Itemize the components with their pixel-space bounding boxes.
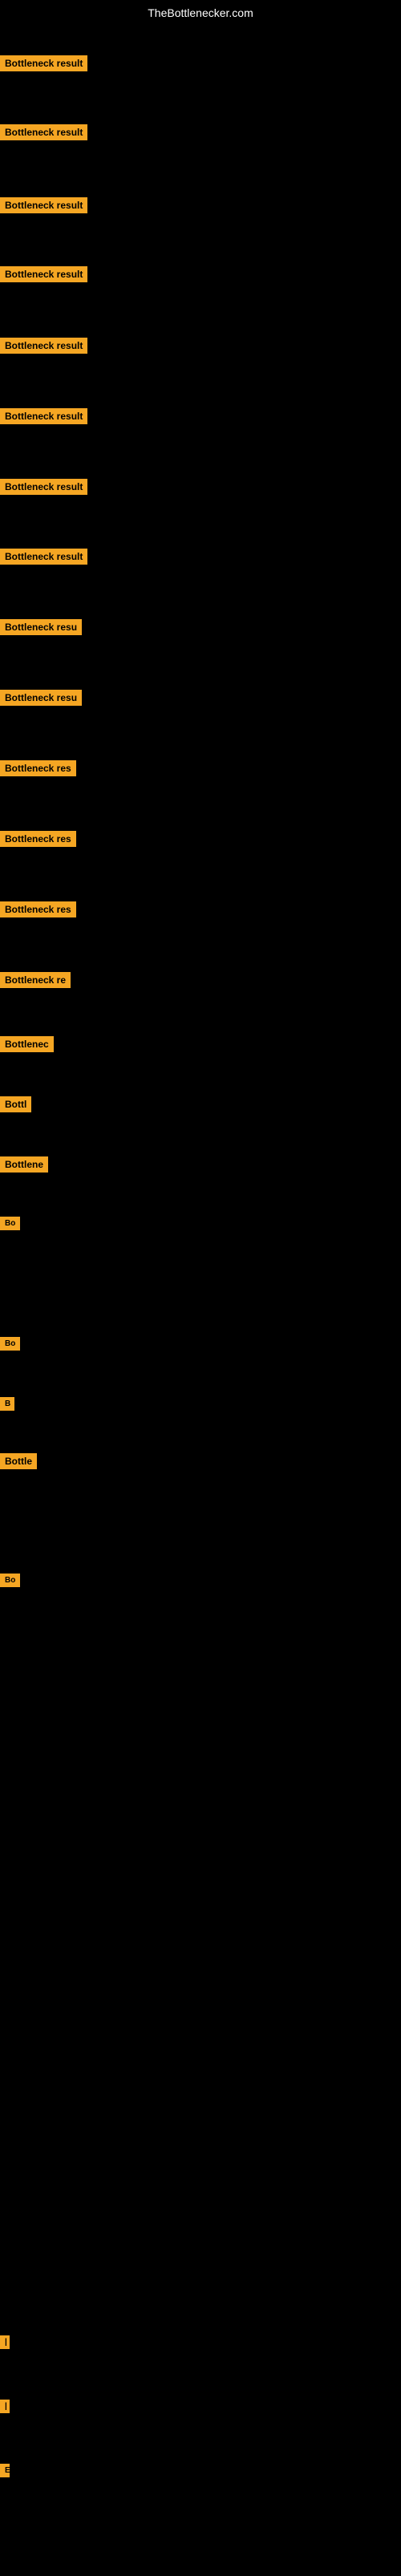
- bottleneck-badge: Bottleneck res: [0, 901, 76, 917]
- bottleneck-badge: Bottleneck result: [0, 479, 87, 495]
- bottleneck-badge: B: [0, 1397, 14, 1411]
- bottleneck-badge: Bottleneck re: [0, 972, 71, 988]
- site-title: TheBottlenecker.com: [0, 0, 401, 26]
- bottleneck-badge: Bottlene: [0, 1156, 48, 1173]
- bottleneck-badge: Bottleneck result: [0, 266, 87, 282]
- bottleneck-badge: Bottleneck res: [0, 760, 76, 776]
- bottleneck-badge: Bottleneck resu: [0, 690, 82, 706]
- bottleneck-badge: |: [0, 2335, 10, 2349]
- bottleneck-badge: Bottleneck result: [0, 197, 87, 213]
- bottleneck-badge: E: [0, 2464, 10, 2477]
- bottleneck-badge: Bottleneck result: [0, 338, 87, 354]
- bottleneck-badge: Bo: [0, 1217, 20, 1230]
- bottleneck-badge: Bottlenec: [0, 1036, 54, 1052]
- bottleneck-badge: Bottleneck resu: [0, 619, 82, 635]
- bottleneck-badge: Bottleneck res: [0, 831, 76, 847]
- bottleneck-badge: Bottleneck result: [0, 549, 87, 565]
- bottleneck-badge: Bo: [0, 1337, 20, 1351]
- bottleneck-badge: Bottleneck result: [0, 55, 87, 71]
- bottleneck-badge: Bottleneck result: [0, 124, 87, 140]
- bottleneck-badge: Bottl: [0, 1096, 31, 1112]
- bottleneck-badge: |: [0, 2400, 10, 2413]
- bottleneck-badge: Bo: [0, 1574, 20, 1587]
- bottleneck-badge: Bottle: [0, 1453, 37, 1469]
- bottleneck-badge: Bottleneck result: [0, 408, 87, 424]
